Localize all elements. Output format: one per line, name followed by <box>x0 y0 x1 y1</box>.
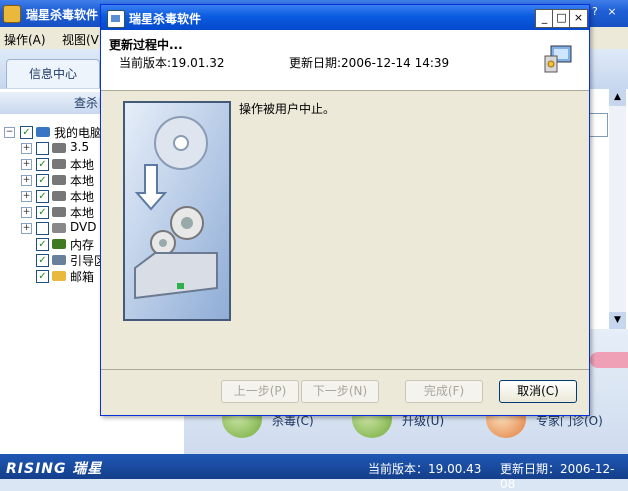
tree-checkbox[interactable]: ✓ <box>36 174 49 187</box>
tree-checkbox[interactable] <box>36 222 49 235</box>
dialog-header: 更新过程中... 当前版本:19.01.32 更新日期:2006-12-14 1… <box>101 30 589 91</box>
tree-node-icon <box>52 271 66 281</box>
finish-button[interactable]: 完成(F) <box>405 380 483 403</box>
tree-expander-icon[interactable]: + <box>21 143 32 154</box>
status-update-date: 更新日期：2006-12-08 <box>500 462 615 491</box>
tree-node-icon <box>52 159 66 169</box>
tree-node-icon <box>52 239 66 249</box>
tab-info-center[interactable]: 信息中心 <box>6 59 100 88</box>
dialog-title: 瑞星杀毒软件 <box>129 12 202 26</box>
status-version: 当前版本：19.00.43 <box>368 462 482 476</box>
tree-expander-icon[interactable]: + <box>21 191 32 202</box>
next-button[interactable]: 下一步(N) <box>301 380 379 403</box>
progress-pill <box>590 352 628 368</box>
tree-checkbox[interactable]: ✓ <box>20 126 33 139</box>
tree-item-label: 我的电脑 <box>54 126 103 140</box>
tree-checkbox[interactable]: ✓ <box>36 270 49 283</box>
tree-item-label: DVD <box>70 220 97 234</box>
tree-item-label: 本地 <box>70 174 95 188</box>
tree-node-icon <box>52 143 66 153</box>
rising-logo-icon <box>3 5 21 23</box>
dialog-titlebar[interactable]: 瑞星杀毒软件 _ □ × <box>101 5 589 30</box>
vertical-scrollbar[interactable]: ▲ ▼ <box>609 89 626 329</box>
scroll-down-icon[interactable]: ▼ <box>609 312 626 329</box>
tree-expander-icon[interactable]: + <box>21 159 32 170</box>
tree-checkbox[interactable]: ✓ <box>36 190 49 203</box>
update-date: 更新日期:2006-12-14 14:39 <box>289 56 450 70</box>
dialog-body: 操作被用户中止。 <box>101 91 589 371</box>
tree-item-label: 本地 <box>70 206 95 220</box>
tree-node-icon <box>52 207 66 217</box>
close-icon[interactable]: × <box>607 5 616 18</box>
tree-checkbox[interactable]: ✓ <box>36 206 49 219</box>
update-wizard-illustration <box>123 101 231 321</box>
tree-expander-icon[interactable]: + <box>21 223 32 234</box>
menu-view[interactable]: 视图(V) <box>62 31 104 48</box>
help-icon[interactable]: ? <box>592 5 598 18</box>
current-version: 当前版本:19.01.32 <box>119 56 225 70</box>
tree-item-label: 本地 <box>70 158 95 172</box>
tree-item-label: 邮箱 <box>70 270 95 284</box>
tree-node-icon <box>52 255 66 265</box>
update-dialog: 瑞星杀毒软件 _ □ × 更新过程中... 当前版本:19.01.32 更新日期… <box>100 4 590 416</box>
tree-node-icon <box>52 223 66 233</box>
back-button[interactable]: 上一步(P) <box>221 380 299 403</box>
main-window-buttons[interactable]: ? × <box>592 5 618 22</box>
app-icon <box>107 10 125 28</box>
main-window-title: 瑞星杀毒软件 <box>26 8 99 22</box>
tree-item-label: 内存 <box>70 238 95 252</box>
cancel-button[interactable]: 取消(C) <box>499 380 577 403</box>
menu-operate[interactable]: 操作(A) <box>4 31 46 48</box>
header-title: 更新过程中... <box>109 38 183 52</box>
tree-checkbox[interactable]: ✓ <box>36 158 49 171</box>
tree-checkbox[interactable] <box>36 142 49 155</box>
tree-expander-icon[interactable]: + <box>21 175 32 186</box>
tree-item-label: 3.5 <box>70 140 90 154</box>
tree-expander-icon[interactable]: − <box>4 127 15 138</box>
close-button[interactable]: × <box>569 9 588 28</box>
tree-node-icon <box>36 127 50 137</box>
tree-node-icon <box>52 191 66 201</box>
tree-checkbox[interactable]: ✓ <box>36 238 49 251</box>
scroll-up-icon[interactable]: ▲ <box>609 89 626 106</box>
computer-update-icon <box>544 45 572 73</box>
tree-expander-icon[interactable]: + <box>21 207 32 218</box>
brand-logo: RISING 瑞星 <box>6 461 103 477</box>
button-separator <box>101 369 589 370</box>
status-message: 操作被用户中止。 <box>239 102 336 116</box>
status-bar: RISING 瑞星 当前版本：19.00.43 更新日期：2006-12-08 <box>0 454 628 491</box>
tree-checkbox[interactable]: ✓ <box>36 254 49 267</box>
tree-node-icon <box>52 175 66 185</box>
tree-item-label: 本地 <box>70 190 95 204</box>
